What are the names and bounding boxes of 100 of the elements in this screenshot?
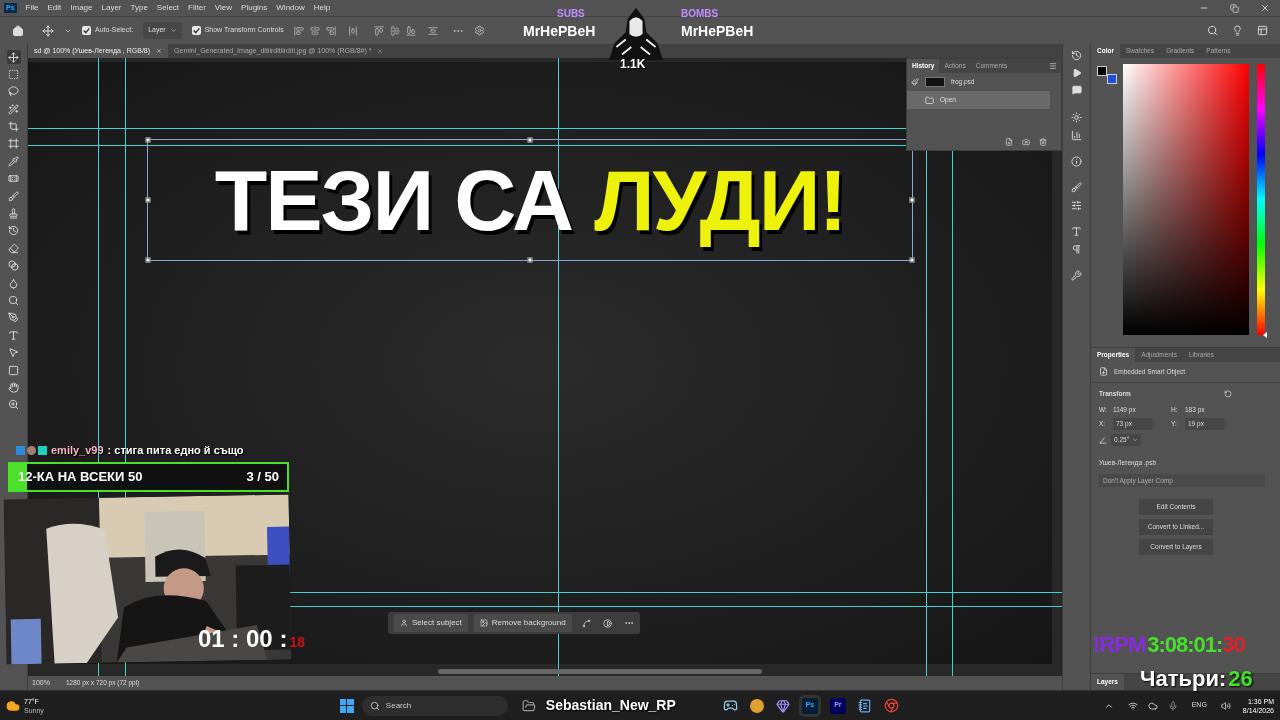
histogram-icon[interactable] xyxy=(1071,130,1082,141)
color-field[interactable] xyxy=(1123,64,1249,335)
caret-icon xyxy=(1132,436,1139,443)
frame-tool-icon[interactable] xyxy=(6,136,21,151)
menu-item[interactable]: Image xyxy=(70,2,93,14)
search-field[interactable]: Search xyxy=(361,695,508,716)
restore-icon[interactable] xyxy=(1230,3,1239,13)
pen-tool-icon[interactable] xyxy=(6,310,21,325)
person-icon xyxy=(400,619,408,627)
wand-tool-icon[interactable] xyxy=(6,102,21,117)
volume-icon[interactable] xyxy=(1220,700,1231,711)
chrome-icon[interactable] xyxy=(883,698,899,713)
align-center-icon[interactable] xyxy=(309,25,320,36)
menu-item[interactable]: Select xyxy=(156,2,180,14)
type-tool-icon[interactable] xyxy=(6,328,21,343)
rpm-timer: !RPM3:08:01:30 xyxy=(1093,634,1245,656)
contrast-icon[interactable] xyxy=(602,618,612,628)
search-icon xyxy=(369,700,380,711)
context-button[interactable]: Select subject xyxy=(394,614,468,632)
menu-item[interactable]: Plugins xyxy=(241,2,268,14)
history-icon[interactable] xyxy=(1071,50,1082,61)
tools-icon[interactable] xyxy=(1071,270,1082,281)
distribute-icon[interactable] xyxy=(427,25,438,36)
distribute-icon[interactable] xyxy=(347,25,358,36)
lightbulb-icon[interactable] xyxy=(1232,25,1243,36)
hue-slider[interactable] xyxy=(1255,64,1267,335)
network-icon[interactable] xyxy=(1127,700,1138,711)
menu-item[interactable]: Edit xyxy=(47,2,62,14)
eraser-tool-icon[interactable] xyxy=(6,241,21,256)
hand-tool-icon[interactable] xyxy=(6,380,21,395)
close-icon[interactable] xyxy=(377,48,384,54)
caret-icon xyxy=(169,27,177,34)
menu-item[interactable]: File xyxy=(25,2,39,14)
rectangle-tool-icon[interactable] xyxy=(6,363,21,378)
background-swatch[interactable] xyxy=(1107,74,1117,84)
align-right-icon[interactable] xyxy=(325,25,336,36)
checkbox[interactable] xyxy=(82,26,91,35)
subs-name: MrHePBeH xyxy=(523,22,596,41)
paragraph-icon[interactable] xyxy=(1071,244,1082,255)
reset-icon[interactable] xyxy=(1224,389,1232,398)
gamepad-icon[interactable] xyxy=(722,698,738,713)
home-icon[interactable] xyxy=(12,24,24,37)
checkbox[interactable] xyxy=(191,26,201,35)
workspace-icon[interactable] xyxy=(1257,25,1268,36)
stream-timer: 01 : 00 :18 xyxy=(198,627,305,651)
gem-icon[interactable] xyxy=(775,698,790,713)
magnifier-tool-icon[interactable] xyxy=(6,293,21,308)
goal-progress: 3 / 50 xyxy=(246,468,279,487)
settings-icon[interactable] xyxy=(473,25,485,36)
close-icon[interactable] xyxy=(156,48,163,54)
subs-label: SUBS xyxy=(557,7,585,21)
info-icon[interactable] xyxy=(1071,156,1082,167)
align-middle-icon[interactable] xyxy=(389,25,400,36)
menu-item[interactable]: Type xyxy=(130,2,148,14)
app-icon[interactable] xyxy=(749,698,764,713)
comment-icon[interactable] xyxy=(1071,85,1082,95)
character-icon[interactable] xyxy=(1071,226,1082,237)
trash-icon[interactable] xyxy=(1039,138,1047,146)
menu-item[interactable]: View xyxy=(214,2,233,14)
menu-item[interactable]: Help xyxy=(313,2,331,14)
sun-icon[interactable] xyxy=(1071,112,1082,123)
history-brush-icon[interactable] xyxy=(6,223,21,238)
menu-item[interactable]: Window xyxy=(276,2,305,14)
folder-icon[interactable] xyxy=(521,698,536,713)
pointer-tool-icon[interactable] xyxy=(6,345,21,360)
eyedropper-tool-icon[interactable] xyxy=(6,154,21,169)
sliders-icon[interactable] xyxy=(1071,200,1082,211)
start-icon[interactable] xyxy=(339,698,354,713)
cloud-icon[interactable] xyxy=(1147,700,1158,711)
play-icon[interactable] xyxy=(1071,68,1082,78)
align-left-icon[interactable] xyxy=(293,25,304,36)
gradient-tool-icon[interactable] xyxy=(6,258,21,273)
zoom-tool-icon[interactable] xyxy=(6,397,21,412)
menu-item[interactable]: Layer xyxy=(101,2,122,14)
folder-icon xyxy=(925,95,934,105)
smart-object-icon xyxy=(1099,367,1108,377)
new-document-icon[interactable] xyxy=(1005,138,1013,146)
align-top-icon[interactable] xyxy=(373,25,384,36)
microphone-icon[interactable] xyxy=(1167,700,1178,711)
weather-icon[interactable] xyxy=(6,698,20,713)
brush-tool-icon[interactable] xyxy=(6,189,21,204)
context-button[interactable]: Remove background xyxy=(473,614,572,632)
search-icon[interactable] xyxy=(1207,25,1218,36)
close-icon[interactable] xyxy=(1260,3,1270,13)
align-bottom-icon[interactable] xyxy=(405,25,416,36)
lasso-tool-icon[interactable] xyxy=(6,84,21,99)
stamp-tool-icon[interactable] xyxy=(6,206,21,221)
panel-menu-icon[interactable] xyxy=(1049,62,1057,70)
marquee-tool-icon[interactable] xyxy=(6,67,21,82)
camera-icon[interactable] xyxy=(1022,138,1030,146)
menu-item[interactable]: Filter xyxy=(188,2,206,14)
path-icon[interactable] xyxy=(581,618,591,628)
notepad-icon[interactable] xyxy=(857,698,872,713)
foreground-swatch[interactable] xyxy=(1097,66,1107,76)
angle-icon xyxy=(1099,435,1107,444)
snapshot-thumbnail xyxy=(925,77,945,87)
crop-tool-icon[interactable] xyxy=(6,119,21,134)
move-tool-icon[interactable] xyxy=(42,24,54,37)
scrollbar[interactable] xyxy=(438,669,762,674)
move-tool-icon[interactable] xyxy=(6,50,21,64)
